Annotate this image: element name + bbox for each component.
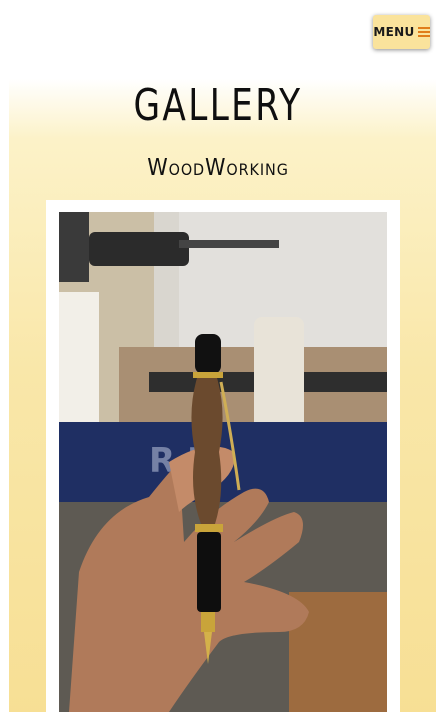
menu-button[interactable]: MENU	[373, 15, 430, 49]
menu-label: MENU	[373, 25, 415, 39]
page-subtitle: WoodWorking	[147, 155, 289, 181]
pen-on-lathe-image: R N	[59, 212, 387, 712]
gallery-photo-frame: R N	[46, 200, 400, 712]
page-title: GALLERY	[133, 80, 303, 131]
gallery-photo[interactable]: R N	[59, 212, 387, 712]
hamburger-icon	[417, 27, 430, 37]
